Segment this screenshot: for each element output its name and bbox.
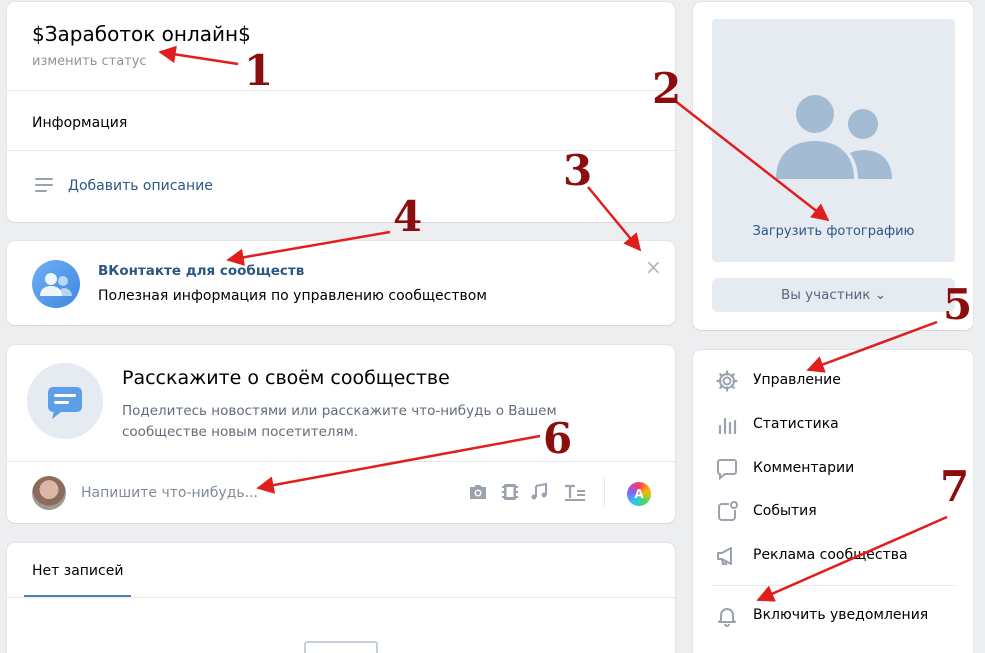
stats-icon: [718, 417, 737, 435]
menu-item-label: События: [753, 503, 817, 519]
camera-icon[interactable]: [467, 483, 489, 503]
divider: [604, 478, 605, 506]
promo-subtitle: Полезная информация по управлению сообще…: [98, 288, 487, 304]
upload-photo-link[interactable]: Загрузить фотографию: [712, 224, 955, 239]
group-name: $Заработок онлайн$: [32, 22, 251, 46]
description-lines-icon: [35, 178, 53, 192]
tab-no-posts[interactable]: Нет записей: [32, 563, 123, 579]
menu-item-label: Включить уведомления: [753, 607, 929, 623]
divider: [7, 90, 675, 91]
bell-icon: [718, 608, 736, 627]
annotation-number: 1: [244, 46, 274, 95]
tell-about-community-card: Расскажите о своём сообществе Поделитесь…: [7, 345, 675, 523]
menu-item-events[interactable]: События: [693, 492, 973, 532]
gear-icon: [716, 370, 738, 392]
membership-button[interactable]: Вы участник ⌄: [712, 278, 955, 312]
close-icon[interactable]: ×: [645, 255, 662, 279]
post-input[interactable]: Напишите что-нибудь...: [81, 485, 258, 501]
promo-title-link[interactable]: ВКонтакте для сообществ: [98, 263, 304, 279]
annotation-number: 3: [563, 146, 593, 195]
menu-item-label: Управление: [753, 372, 841, 388]
annotation-number: 5: [943, 280, 973, 329]
vk-for-communities-card: ВКонтакте для сообществ Полезная информа…: [7, 241, 675, 325]
community-photo-card: Загрузить фотографию Вы участник ⌄: [693, 2, 973, 330]
divider: [7, 597, 675, 598]
message-bubble-icon: [27, 363, 103, 439]
menu-item-ads[interactable]: Реклама сообщества: [693, 536, 973, 576]
info-tab[interactable]: Информация: [32, 115, 127, 131]
menu-item-comments[interactable]: Комментарии: [693, 449, 973, 489]
menu-item-label: Реклама сообщества: [753, 547, 908, 563]
menu-item-notifications[interactable]: Включить уведомления: [693, 596, 973, 636]
community-actions-menu: Управление Статистика Комментарии Событи…: [693, 350, 973, 653]
communities-avatar-icon: [32, 260, 80, 308]
user-avatar: [32, 476, 66, 510]
menu-item-statistics[interactable]: Статистика: [693, 405, 973, 445]
menu-item-label: Статистика: [753, 416, 839, 432]
divider: [712, 585, 955, 586]
annotation-number: 4: [393, 192, 423, 241]
megaphone-icon: [717, 547, 732, 565]
group-placeholder-icon: [776, 95, 892, 179]
tell-heading: Расскажите о своём сообществе: [122, 367, 450, 389]
empty-posts-icon: [304, 641, 378, 653]
photo-placeholder[interactable]: Загрузить фотографию: [712, 19, 955, 262]
annotation-number: 2: [652, 64, 682, 113]
music-icon[interactable]: [528, 482, 550, 503]
article-icon[interactable]: [562, 483, 588, 503]
menu-item-label: Комментарии: [753, 460, 855, 476]
video-icon[interactable]: [499, 483, 521, 503]
menu-item-manage[interactable]: Управление: [693, 361, 973, 401]
ai-generate-button[interactable]: A: [627, 482, 651, 506]
annotation-number: 6: [543, 414, 573, 463]
events-icon: [718, 501, 738, 521]
posts-card: Нет записей: [7, 543, 675, 653]
add-description-link[interactable]: Добавить описание: [68, 178, 213, 194]
comment-icon: [717, 459, 737, 481]
annotation-number: 7: [940, 462, 970, 511]
change-status-link[interactable]: изменить статус: [32, 54, 147, 69]
divider: [7, 461, 675, 462]
